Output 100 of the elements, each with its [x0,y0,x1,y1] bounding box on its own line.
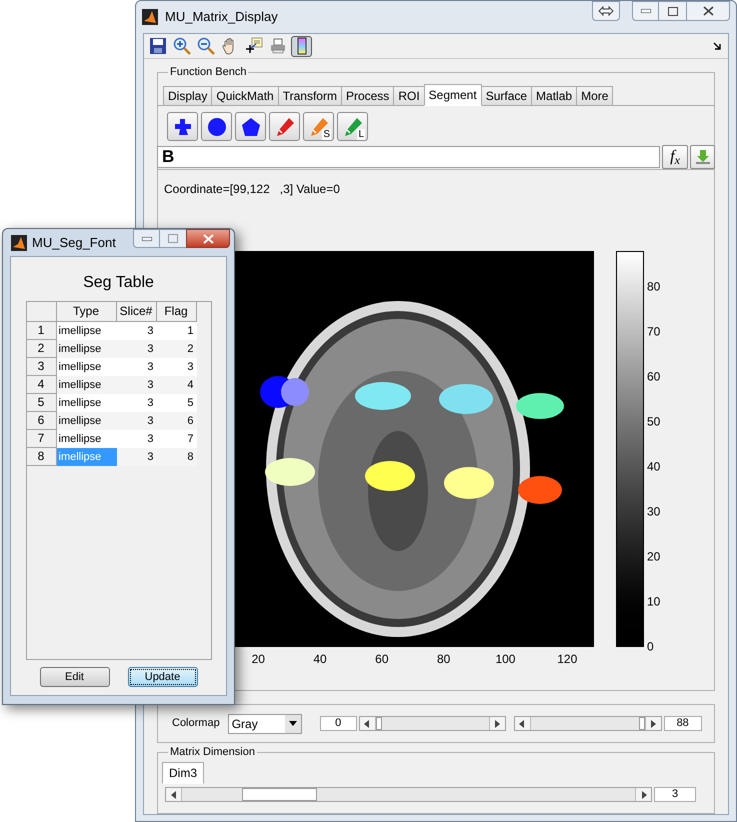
slider[interactable] [165,787,652,802]
colorbar-tick-label: 10 [647,596,660,608]
import-button[interactable] [690,145,715,169]
segment-tool-button[interactable]: L [337,112,368,141]
table-cell: 3 [116,430,156,448]
segment-tool-button[interactable] [201,112,232,141]
scroll-right-icon [488,717,505,730]
table-cell: 2 [156,340,196,358]
slider[interactable] [358,716,506,731]
table-cell: 8 [156,448,196,466]
table-heading: Seg Table [83,273,154,293]
tab[interactable]: QuickMath [211,86,279,106]
table-action-button[interactable]: Edit [40,667,110,687]
colorbar-tick-label: 60 [647,370,660,384]
minimize-button[interactable] [632,1,659,21]
colorbar-tick-label: 80 [647,280,660,294]
table-cell: 7 [156,430,196,448]
tab[interactable]: Matlab [531,86,578,106]
dock-arrow-icon [713,42,721,50]
tab[interactable]: More [576,86,614,106]
tab[interactable]: ROI [393,86,425,106]
axis-tick-label: 60 [375,651,389,668]
table-cell: 1 [156,322,196,340]
segment-tool-button[interactable] [235,112,266,141]
save-icon [148,37,166,55]
table-cell[interactable]: imellipse [56,376,116,394]
minimize-icon [142,236,152,240]
segment-tool-button[interactable] [167,112,198,141]
scroll-left-icon [166,788,182,801]
segment-tool-button[interactable] [269,112,300,141]
toolbar-button[interactable] [171,36,192,56]
table-cell[interactable]: imellipse [56,430,116,448]
close-button[interactable] [186,229,230,248]
window-title: MU_Seg_Font [32,234,116,252]
colorbar-tick-label: 70 [647,326,660,338]
scroll-right-icon [644,717,661,730]
dimension-value-field[interactable]: 3 [654,787,696,802]
function-button[interactable]: f$_{x}$ [662,145,688,169]
tab[interactable]: Process [340,86,394,106]
close-icon [202,234,214,244]
tool-label: S [322,129,331,140]
axis-tick-label: 100 [495,651,516,668]
download-arrow-icon [694,149,710,165]
tool-label: L [357,129,365,140]
restore-button[interactable] [592,1,620,21]
slider-thumb[interactable] [242,788,318,801]
coordinate-readout: Coordinate=[99,122 ,3] Value=0 [164,181,341,198]
axis-tick-label: 120 [557,651,578,668]
scroll-right-icon [635,788,651,801]
app-logo-icon [142,9,158,25]
table-cell[interactable]: imellipse [56,358,116,376]
maximize-icon [168,234,178,243]
window-title: MU_Matrix_Display [165,8,278,26]
table-cell: 3 [116,358,156,376]
table-action-button[interactable]: Update [128,667,198,687]
axis-tick-label: 40 [313,651,327,668]
table-cell[interactable]: imellipse [56,322,116,340]
slider[interactable] [514,716,662,731]
app-logo-icon [11,234,27,250]
close-button[interactable] [686,1,730,21]
maximize-button[interactable] [659,1,686,21]
table-cell: 3 [156,358,196,376]
axis-tick-label: 20 [252,651,265,668]
slider-thumb[interactable] [638,717,645,730]
table-cell: 3 [116,322,156,340]
colormap-dropdown[interactable]: Gray [228,714,302,734]
zoom-out-icon [196,37,214,55]
tab[interactable]: Segment [424,84,482,106]
min-value-field[interactable]: 0 [320,716,357,731]
table-cell[interactable]: imellipse [56,394,116,412]
table-cell: 3 [116,340,156,358]
close-icon [702,6,714,16]
tab[interactable]: Display [163,86,212,106]
minimize-icon [640,9,650,13]
zoom-in-icon [172,37,190,55]
data-cursor-icon [244,37,262,55]
maximize-icon [668,6,678,16]
colorbar-tick-label: 20 [647,550,660,564]
colorbar-tick-label: 40 [647,460,660,474]
table-cell: 3 [116,394,156,412]
max-value-field[interactable]: 88 [664,716,702,731]
dimension-tab[interactable]: Dim3 [162,762,204,784]
toolbar-button[interactable] [291,36,312,56]
printer-icon [268,37,286,55]
double-arrow-icon [598,6,614,16]
table-cell[interactable]: imellipse [56,412,116,430]
table-cell: 5 [156,394,196,412]
table-cell: 6 [156,412,196,430]
dropdown-arrow-icon [288,721,297,726]
colorbar-tick-label: 30 [647,506,660,518]
minimize-button[interactable] [133,229,160,248]
axis-tick-label: 80 [436,651,450,668]
segment-tool-button[interactable]: S [303,112,334,141]
table-cell: 3 [116,448,156,466]
scroll-left-icon [514,717,531,730]
toolbar-button[interactable] [147,36,168,56]
table-cell: 3 [116,412,156,430]
expression-field[interactable]: B [157,146,660,168]
tab[interactable]: Transform [278,86,342,106]
table-cell[interactable]: imellipse [56,340,116,358]
